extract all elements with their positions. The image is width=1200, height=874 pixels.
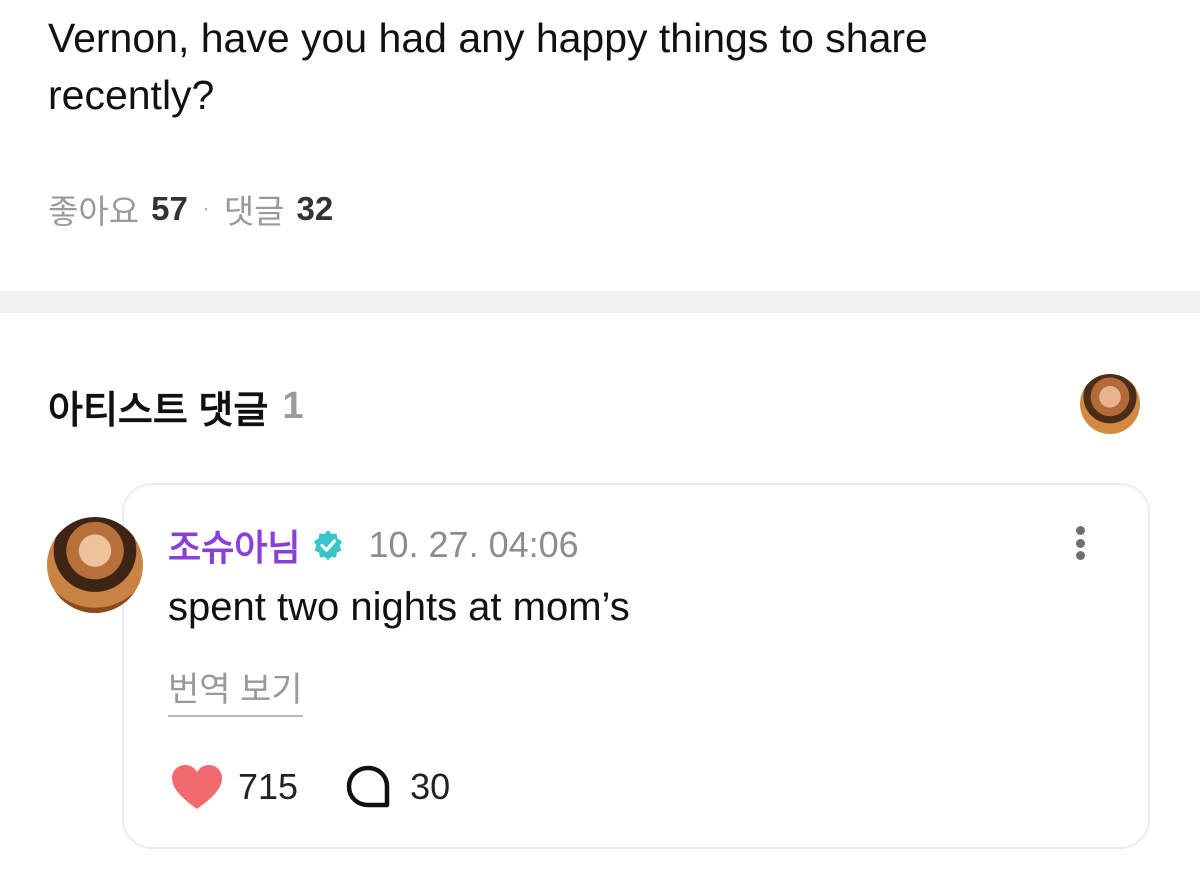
verified-badge-icon [312, 529, 344, 561]
reply-bubble-icon[interactable] [344, 763, 392, 811]
heart-icon[interactable] [170, 763, 224, 811]
reply-count: 30 [410, 766, 451, 807]
comment-author-name[interactable]: 조슈아님 [168, 519, 300, 571]
likes-label: 좋아요 [48, 193, 140, 230]
comment-text: spent two nights at mom’s [168, 585, 630, 629]
comment-timestamp: 10. 27. 04:06 [368, 524, 579, 565]
stat-separator: · [201, 195, 210, 222]
artist-avatar[interactable] [1080, 374, 1140, 434]
post-stats: 좋아요 57 · 댓글 32 [48, 187, 333, 231]
comment-reactions: 715 30 [170, 760, 450, 814]
comment-author-avatar[interactable] [47, 517, 143, 613]
more-options-icon[interactable] [1064, 520, 1096, 566]
comments-label[interactable]: 댓글 [224, 185, 285, 233]
post-question: Vernon, have you had any happy things to… [48, 15, 928, 118]
likes-count: 57 [151, 190, 188, 227]
comment-meta: 조슈아님 10. 27. 04:06 [168, 520, 579, 570]
like-count: 715 [238, 766, 299, 807]
section-divider [0, 291, 1200, 313]
artist-comments-count: 1 [282, 384, 304, 427]
comments-count[interactable]: 32 [297, 190, 334, 228]
artist-comments-title: 아티스트 댓글 [48, 389, 269, 432]
translate-link[interactable]: 번역 보기 [168, 662, 303, 717]
artist-comments-header: 아티스트 댓글 1 [48, 378, 303, 434]
